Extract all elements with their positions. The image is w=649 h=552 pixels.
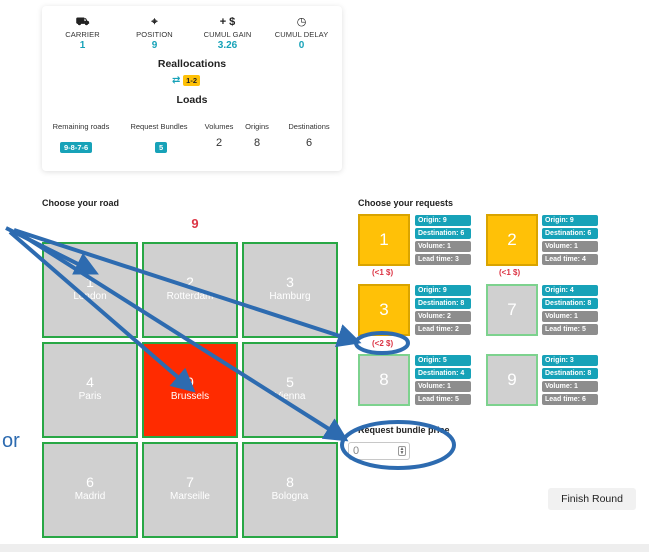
annotation-ellipse-price: [354, 331, 410, 355]
footer-bar: [0, 544, 649, 552]
annotation-arrow-price: [13, 228, 362, 348]
annotation-arrow-city: [8, 230, 196, 393]
annotation-arrow-bundle: [12, 228, 349, 442]
annotation-ellipse-bundle: [340, 420, 456, 470]
annotation-overlay: [5, 226, 456, 470]
